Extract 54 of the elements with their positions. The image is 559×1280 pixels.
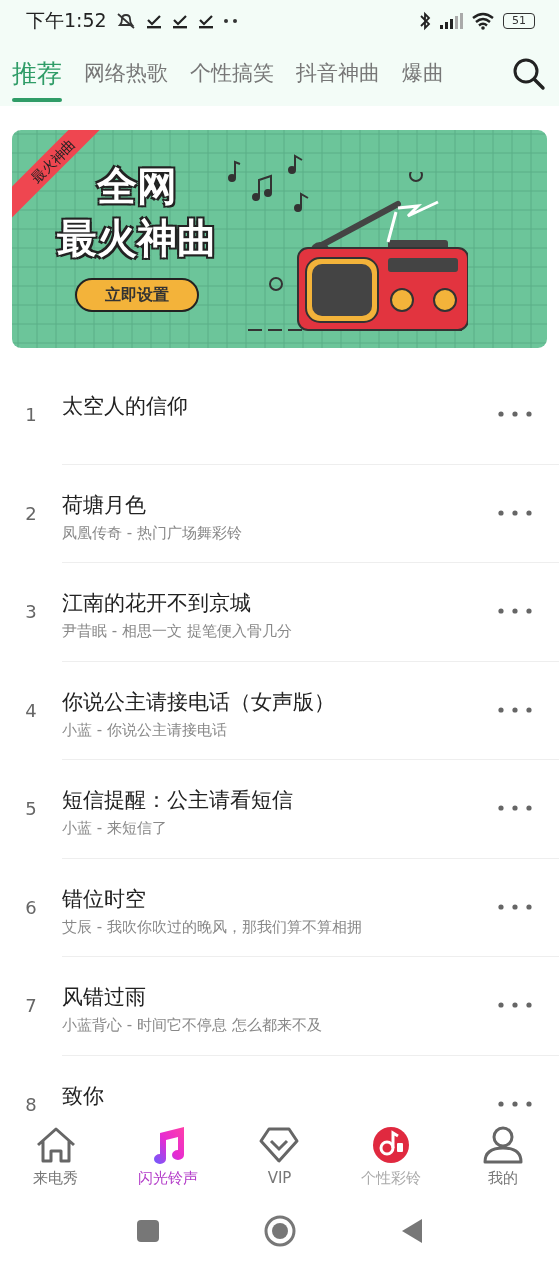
song-title[interactable]: 风错过雨 bbox=[62, 983, 497, 1011]
more-icon[interactable] bbox=[497, 902, 533, 911]
bluetooth-icon bbox=[419, 11, 431, 31]
recents-button[interactable] bbox=[135, 1219, 160, 1243]
more-icon[interactable] bbox=[497, 607, 533, 615]
more-icon[interactable] bbox=[497, 804, 533, 812]
song-title[interactable]: 你说公主请接电话（女声版） bbox=[62, 687, 497, 716]
song-title[interactable]: 致你 bbox=[62, 1081, 497, 1110]
rank-number: 5 bbox=[24, 798, 38, 819]
more-notifications-icon bbox=[222, 18, 239, 24]
nav-tab[interactable]: 来电秀 bbox=[0, 1125, 112, 1188]
song-subtitle: 凤凰传奇 - 热门广场舞彩铃 bbox=[62, 523, 243, 543]
song-subtitle: 艾辰 - 我吹你吹过的晚风，那我们算不算相拥 bbox=[62, 917, 363, 937]
more-icon[interactable] bbox=[497, 508, 533, 517]
signal-icon bbox=[439, 13, 463, 29]
rank-number: 1 bbox=[24, 404, 38, 425]
nav-tab[interactable]: 闪光铃声 bbox=[111, 1125, 224, 1188]
rank-number: 8 bbox=[24, 1093, 38, 1115]
category-tab[interactable]: 个性搞笑 bbox=[190, 51, 274, 97]
nav-tab[interactable]: VIP bbox=[223, 1125, 336, 1187]
category-tab[interactable]: 网络热歌 bbox=[84, 51, 168, 97]
banner-title: 最火神曲 bbox=[57, 214, 217, 263]
banner-title: 全网 bbox=[97, 162, 177, 211]
status-time: 下午1:52 bbox=[26, 8, 107, 33]
more-icon[interactable] bbox=[497, 705, 533, 714]
rank-number: 7 bbox=[24, 995, 38, 1016]
song-title[interactable]: 短信提醒：公主请看短信 bbox=[62, 786, 497, 814]
battery-indicator: 51 bbox=[503, 13, 535, 29]
wifi-icon bbox=[471, 12, 495, 30]
song-subtitle: 小蓝 - 你说公主请接电话 bbox=[62, 720, 228, 740]
more-icon[interactable] bbox=[497, 1099, 533, 1108]
search-icon[interactable] bbox=[511, 56, 547, 92]
download-done-icon bbox=[196, 12, 215, 30]
nav-tab[interactable]: 我的 bbox=[447, 1125, 559, 1188]
category-tab[interactable]: 抖音神曲 bbox=[296, 51, 380, 97]
download-done-icon bbox=[144, 12, 163, 30]
rank-number: 3 bbox=[24, 601, 38, 622]
song-subtitle: 尹昔眠 - 相思一文 提笔便入骨几分 bbox=[62, 622, 293, 641]
category-tab[interactable]: 爆曲 bbox=[402, 51, 444, 97]
rank-number: 4 bbox=[24, 699, 38, 721]
song-subtitle: 小蓝背心 - 时间它不停息 怎么都来不及 bbox=[62, 1016, 323, 1035]
rank-number: 6 bbox=[24, 896, 38, 918]
more-icon[interactable] bbox=[497, 410, 533, 418]
song-title[interactable]: 太空人的信仰 bbox=[62, 392, 497, 420]
song-title[interactable]: 错位时空 bbox=[62, 884, 497, 913]
more-icon[interactable] bbox=[497, 1001, 533, 1009]
song-title[interactable]: 荷塘月色 bbox=[62, 490, 497, 519]
song-title[interactable]: 江南的花开不到京城 bbox=[62, 589, 497, 617]
banner-background[interactable]: 最火神曲 全网 最火神曲 立即设置 bbox=[12, 130, 547, 348]
rank-number: 2 bbox=[24, 502, 38, 524]
download-done-icon bbox=[170, 12, 189, 30]
song-subtitle: 小蓝 - 来短信了 bbox=[62, 819, 168, 838]
home-button[interactable] bbox=[263, 1215, 296, 1247]
set-now-button[interactable]: 立即设置 bbox=[75, 278, 199, 312]
